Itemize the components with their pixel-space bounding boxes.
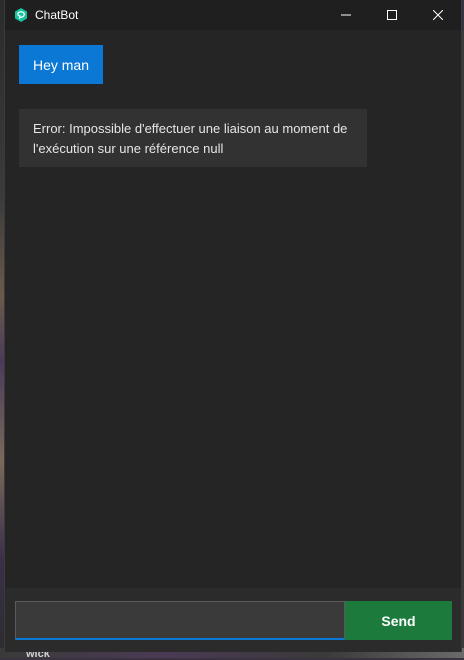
bot-message: Error: Impossible d'effectuer une liaiso…	[19, 109, 367, 167]
maximize-icon	[387, 10, 397, 20]
window-controls	[323, 0, 461, 30]
user-message: Hey man	[19, 45, 103, 84]
minimize-icon	[341, 14, 351, 16]
chatbot-logo-icon	[15, 8, 27, 22]
title-bar[interactable]: ChatBot	[5, 0, 461, 30]
send-button[interactable]: Send	[345, 601, 452, 640]
chatbot-window: ChatBot Hey man Error: Impossible d'effe…	[4, 0, 462, 652]
minimize-button[interactable]	[323, 0, 369, 30]
close-button[interactable]	[415, 0, 461, 30]
maximize-button[interactable]	[369, 0, 415, 30]
message-input[interactable]	[15, 601, 345, 640]
composer-bar: Send	[5, 588, 461, 652]
close-icon	[433, 10, 443, 20]
window-title: ChatBot	[35, 8, 79, 22]
chat-message-list[interactable]: Hey man Error: Impossible d'effectuer un…	[5, 30, 461, 588]
